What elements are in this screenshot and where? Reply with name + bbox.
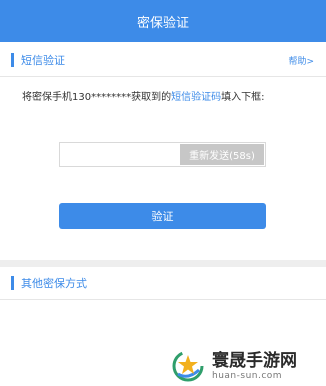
code-input-group: 重新发送(58s): [59, 142, 266, 167]
watermark-url: huan-sun.com: [212, 371, 283, 381]
sms-instruction: 将密保手机130********获取到的短信验证码填入下框:: [22, 88, 264, 103]
watermark: 寰晟手游网 huan-sun.com: [168, 346, 324, 386]
resend-button[interactable]: 重新发送(58s): [180, 144, 264, 165]
sms-code-input[interactable]: [60, 143, 180, 166]
watermark-title: 寰晟手游网: [212, 351, 297, 371]
other-methods-title: 其他密保方式: [21, 277, 87, 290]
sms-section-title: 短信验证: [21, 54, 65, 67]
help-link[interactable]: 帮助>: [288, 54, 314, 67]
section-accent-bar: [11, 53, 14, 67]
sms-section-header: 短信验证 帮助>: [0, 44, 326, 77]
header-bar: 密保验证: [0, 0, 326, 42]
instruction-highlight: 短信验证码: [171, 92, 222, 103]
verify-button[interactable]: 验证: [59, 203, 266, 229]
section-accent-bar: [11, 276, 14, 290]
section-divider: [0, 260, 326, 267]
page-title: 密保验证: [136, 15, 189, 31]
instruction-suffix: 填入下框:: [221, 92, 265, 103]
star-swirl-logo-icon: [172, 350, 204, 382]
other-methods-header[interactable]: 其他密保方式: [0, 267, 326, 300]
instruction-prefix: 将密保手机130********获取到的: [22, 92, 172, 103]
